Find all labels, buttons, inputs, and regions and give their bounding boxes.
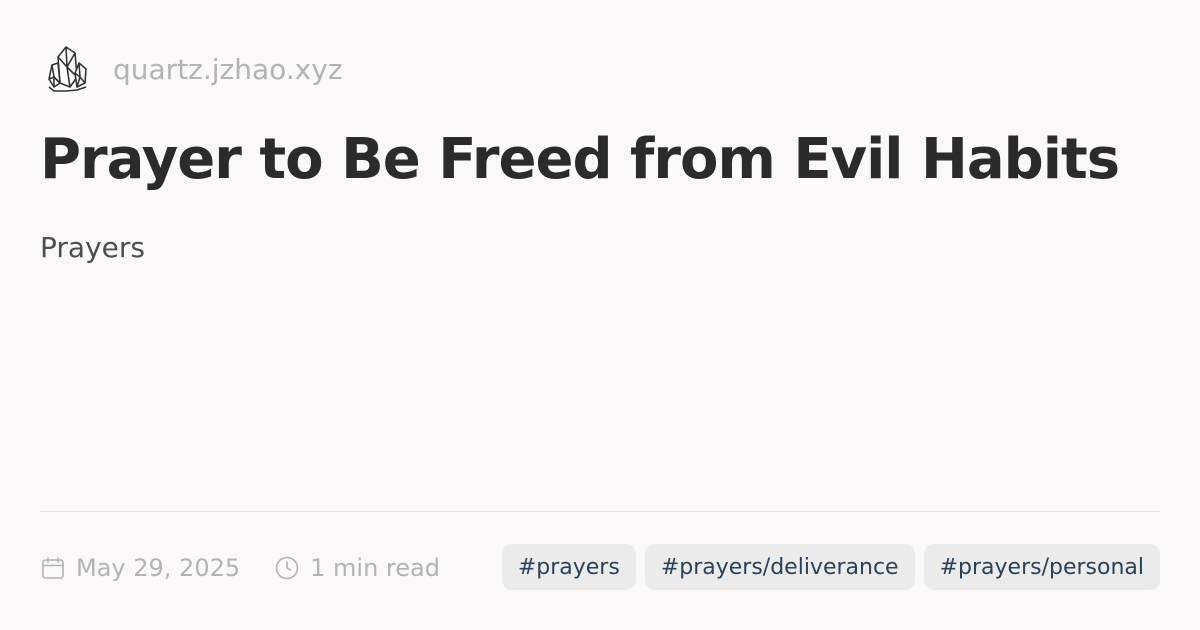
site-domain[interactable]: quartz.jzhao.xyz [113,53,343,86]
reading-time-meta: 1 min read [274,554,440,582]
page-meta: May 29, 2025 1 min read [40,546,474,590]
crystal-icon [40,41,96,97]
site-header: quartz.jzhao.xyz [40,41,343,97]
tag-prayers-deliverance[interactable]: #prayers/deliverance [644,544,915,590]
date-meta: May 29, 2025 [40,554,240,582]
reading-time: 1 min read [310,554,440,582]
tag-prayers[interactable]: #prayers [501,544,636,590]
tag-list: #prayers #prayers/deliverance #prayers/p… [501,544,1160,590]
clock-icon [274,555,300,581]
tag-prayers-personal[interactable]: #prayers/personal [923,544,1160,590]
divider [40,511,1160,512]
page-description: Prayers [40,231,145,264]
page-title: Prayer to Be Freed from Evil Habits [40,127,1120,192]
publish-date: May 29, 2025 [76,554,241,582]
calendar-icon [40,555,66,581]
